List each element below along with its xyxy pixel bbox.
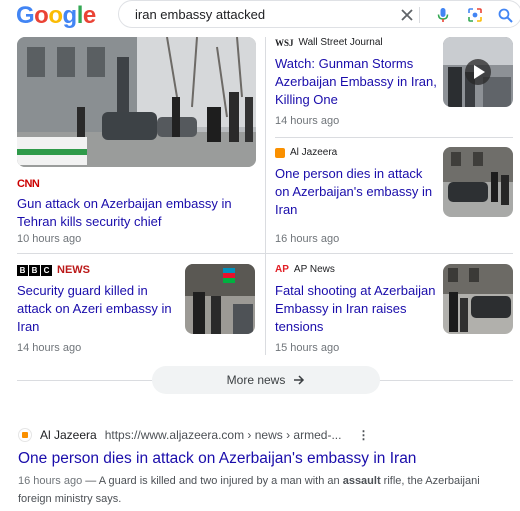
story-time-bbc: 14 hours ago <box>17 342 82 354</box>
story-image-bbc[interactable] <box>185 264 255 334</box>
story-headline-bbc[interactable]: Security guard killed in attack on Azeri… <box>17 282 179 336</box>
result-snippet: 16 hours ago — A guard is killed and two… <box>18 472 508 508</box>
search-divider <box>419 7 420 23</box>
story-image-ap[interactable] <box>443 264 513 334</box>
divider <box>17 253 513 254</box>
story-headline-aljazeera[interactable]: One person dies in attack on Azerbaijan'… <box>275 165 437 219</box>
bbc-logo: B B C <box>17 264 52 276</box>
result-source[interactable]: Al Jazeera https://www.aljazeera.com › n… <box>18 428 369 442</box>
story-image-cnn[interactable] <box>17 37 256 167</box>
wsj-logo: WSJ <box>275 37 294 48</box>
logo-letter: g <box>62 2 78 29</box>
divider <box>275 137 513 138</box>
search-box[interactable]: iran embassy attacked <box>118 0 520 28</box>
source-aljazeera: Al Jazeera <box>275 147 337 158</box>
more-news-label: More news <box>226 373 286 387</box>
search-icon[interactable] <box>495 5 515 25</box>
story-time-aljazeera: 16 hours ago <box>275 233 340 245</box>
top-bar: Google iran embassy attacked <box>0 0 520 30</box>
column-divider <box>265 37 266 355</box>
microphone-icon[interactable] <box>433 5 453 25</box>
snippet-time: 16 hours ago <box>18 475 83 487</box>
cnn-logo: CNN <box>17 178 40 190</box>
more-news-button[interactable]: More news <box>152 366 380 394</box>
ap-logo: AP <box>275 264 289 275</box>
logo-letter: o <box>34 2 49 29</box>
more-options-icon[interactable]: ⋮ <box>357 428 369 442</box>
google-logo[interactable]: Google <box>16 2 96 30</box>
result-site-name: Al Jazeera <box>40 428 97 442</box>
result-url: https://www.aljazeera.com › news › armed… <box>104 428 342 442</box>
source-wsj: WSJ Wall Street Journal <box>275 37 383 48</box>
story-image-aljazeera[interactable] <box>443 147 513 217</box>
source-name: Al Jazeera <box>290 147 338 158</box>
clear-icon[interactable] <box>397 5 417 25</box>
search-input[interactable]: iran embassy attacked <box>135 7 265 22</box>
source-name: Wall Street Journal <box>298 37 383 48</box>
aljazeera-favicon-icon <box>18 428 32 442</box>
story-headline-wsj[interactable]: Watch: Gunman Storms Azerbaijan Embassy … <box>275 55 437 109</box>
bbc-news-label: NEWS <box>57 264 90 276</box>
result-title[interactable]: One person dies in attack on Azerbaijan'… <box>18 450 416 468</box>
arrow-right-icon <box>294 375 305 385</box>
source-name: AP News <box>293 264 335 275</box>
snippet-text: — A guard is killed and two injured by a… <box>82 475 343 487</box>
logo-letter: e <box>82 2 96 29</box>
source-bbc: B B C NEWS <box>17 264 90 276</box>
story-time-cnn: 10 hours ago <box>17 233 82 245</box>
logo-letter: o <box>48 2 63 29</box>
story-time-wsj: 14 hours ago <box>275 115 340 127</box>
camera-lens-icon[interactable] <box>465 5 485 25</box>
story-headline-cnn[interactable]: Gun attack on Azerbaijan embassy in Tehr… <box>17 195 257 231</box>
story-headline-ap[interactable]: Fatal shooting at Azerbaijan Embassy in … <box>275 282 437 336</box>
aljazeera-logo-icon <box>275 147 285 158</box>
snippet-highlight: assault <box>342 475 381 487</box>
source-cnn: CNN <box>17 178 40 190</box>
logo-letter: G <box>16 2 35 29</box>
story-image-wsj[interactable] <box>443 37 513 107</box>
story-time-ap: 15 hours ago <box>275 342 340 354</box>
source-ap: AP AP News <box>275 264 335 275</box>
